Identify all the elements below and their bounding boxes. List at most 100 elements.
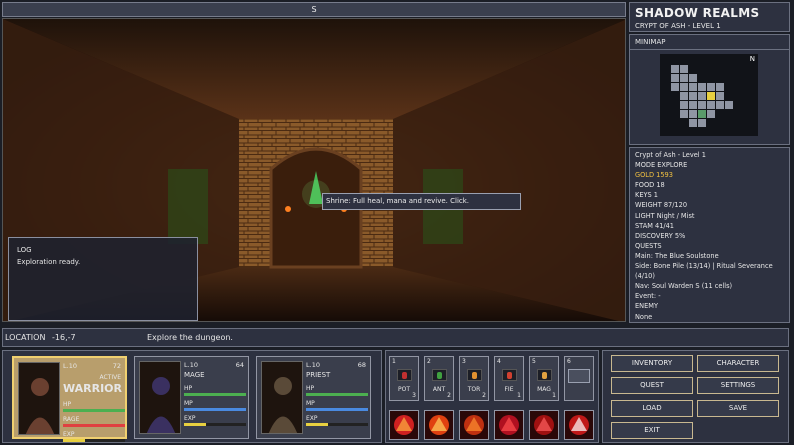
stat-bar	[63, 409, 125, 412]
stat-line: Side: Bone Pile (13/14) | Ritual Severan…	[635, 262, 773, 281]
minimap-cell	[725, 101, 733, 109]
slot-quantity: 2	[447, 392, 451, 399]
minimap-cell	[680, 74, 688, 82]
party-member-1[interactable]: L.10 72 ACTIVE WARRIOR HP RAGE EXP	[12, 356, 127, 442]
stat-line: ENEMY	[635, 302, 658, 311]
stat-line: DISCOVERY 5%	[635, 231, 686, 240]
bar-label: HP	[63, 401, 72, 408]
stat-line: WEIGHT 87/120	[635, 201, 688, 210]
minimap-panel: MINIMAP N	[629, 34, 790, 145]
minimap-cell	[689, 119, 697, 127]
empty-slot-icon	[568, 369, 590, 383]
minimap-cell	[680, 83, 688, 91]
inventory-slot-5[interactable]: 5 MAG 1	[529, 356, 559, 401]
settings-button[interactable]: SETTINGS	[697, 377, 779, 394]
stat-bar	[184, 423, 246, 426]
stat-line: Nav: Soul Warden S (11 cells)	[635, 282, 733, 291]
red-potion-icon	[397, 369, 412, 381]
stat-bar	[184, 393, 246, 396]
member-level: L.10	[306, 361, 320, 369]
minimap-cell	[680, 110, 688, 118]
bar-label: RAGE	[63, 416, 80, 423]
party-member-2[interactable]: L.10 64 MAGE HP MP EXP	[134, 356, 249, 439]
stat-line: HP --	[635, 322, 784, 323]
log-line: Exploration ready.	[17, 258, 81, 266]
inventory-button[interactable]: INVENTORY	[611, 355, 693, 372]
inventory-slot-6[interactable]: 6	[564, 356, 594, 401]
inventory-slot-4[interactable]: 4 FIE 1	[494, 356, 524, 401]
stat-bar	[306, 408, 368, 411]
bar-label: HP	[184, 385, 193, 392]
minimap-cell	[707, 110, 715, 118]
minimap-cell	[689, 110, 697, 118]
stat-line: QUESTS	[635, 241, 662, 250]
minimap-cell	[716, 92, 724, 100]
dungeon-viewport[interactable]: Shrine: Full heal, mana and revive. Clic…	[2, 18, 626, 322]
minimap-cell	[698, 101, 706, 109]
member-class: WARRIOR	[63, 382, 123, 395]
minimap-cell	[698, 119, 706, 127]
blood-strike-icon[interactable]	[494, 410, 524, 440]
minimap-shrine	[698, 110, 706, 118]
minimap-cell	[698, 92, 706, 100]
minimap-cell	[707, 83, 715, 91]
member-value: 64	[235, 361, 244, 369]
quest-button[interactable]: QUEST	[611, 377, 693, 394]
member-level: L.10	[63, 362, 77, 370]
whirlwind-icon[interactable]	[564, 410, 594, 440]
green-potion-icon	[432, 369, 447, 381]
flame-slash-icon[interactable]	[459, 410, 489, 440]
character-button[interactable]: CHARACTER	[697, 355, 779, 372]
minimap-cell	[671, 83, 679, 91]
minimap-cell	[689, 101, 697, 109]
bar-label: MP	[306, 400, 315, 407]
inventory-slot-3[interactable]: 3 TOR 2	[459, 356, 489, 401]
slot-index: 6	[567, 358, 571, 365]
axe-strike-icon[interactable]	[389, 410, 419, 440]
minimap-cell	[689, 83, 697, 91]
load-button[interactable]: LOAD	[611, 400, 693, 417]
torch-icon	[467, 369, 482, 381]
moss-left	[168, 169, 208, 244]
stat-location: Crypt of Ash - Level 1	[635, 151, 706, 159]
exit-button[interactable]: EXIT	[611, 422, 693, 439]
member-value: 68	[357, 361, 366, 369]
minimap-cell	[716, 101, 724, 109]
member-class: MAGE	[184, 371, 205, 379]
slot-index: 1	[392, 358, 396, 365]
minimap-cell	[671, 74, 679, 82]
slot-index: 3	[462, 358, 466, 365]
menu-panel: INVENTORY CHARACTER QUEST SETTINGS LOAD …	[602, 350, 789, 443]
inventory-slot-1[interactable]: 1 POT 3	[389, 356, 419, 401]
minimap-player	[707, 92, 715, 100]
stat-line: STAM 41/41	[635, 221, 674, 230]
crimson-spiral-icon[interactable]	[529, 410, 559, 440]
minimap-grid[interactable]: N	[660, 54, 758, 136]
stat-bar	[306, 393, 368, 396]
stat-line: Event: -	[635, 292, 661, 301]
member-status: ACTIVE	[99, 374, 121, 381]
shrine-tooltip: Shrine: Full heal, mana and revive. Clic…	[322, 193, 521, 210]
bar-label: HP	[306, 385, 315, 392]
minimap-cell	[698, 83, 706, 91]
game-title: SHADOW REALMS	[635, 6, 760, 20]
inventory-slot-2[interactable]: 2 ANT 2	[424, 356, 454, 401]
bar-label: EXP	[306, 415, 318, 422]
party-member-3[interactable]: L.10 68 PRIEST HP MP EXP	[256, 356, 371, 439]
slot-index: 4	[497, 358, 501, 365]
fire-burst-icon[interactable]	[424, 410, 454, 440]
minimap-cell	[680, 65, 688, 73]
stat-bar	[184, 408, 246, 411]
compass-heading: S	[2, 2, 626, 17]
member-level: L.10	[184, 361, 198, 369]
stat-gold: GOLD 1593	[635, 171, 673, 180]
minimap-cell	[671, 65, 679, 73]
stat-mode: MODE EXPLORE	[635, 161, 688, 170]
save-button[interactable]: SAVE	[697, 400, 779, 417]
game-title-panel: SHADOW REALMS CRYPT OF ASH - LEVEL 1	[629, 2, 790, 32]
status-panel: Crypt of Ash - Level 1 MODE EXPLORE GOLD…	[629, 147, 790, 323]
stat-line: KEYS 1	[635, 191, 658, 200]
bar-label: EXP	[184, 415, 196, 422]
stat-bar	[63, 424, 125, 427]
minimap-cell	[689, 92, 697, 100]
